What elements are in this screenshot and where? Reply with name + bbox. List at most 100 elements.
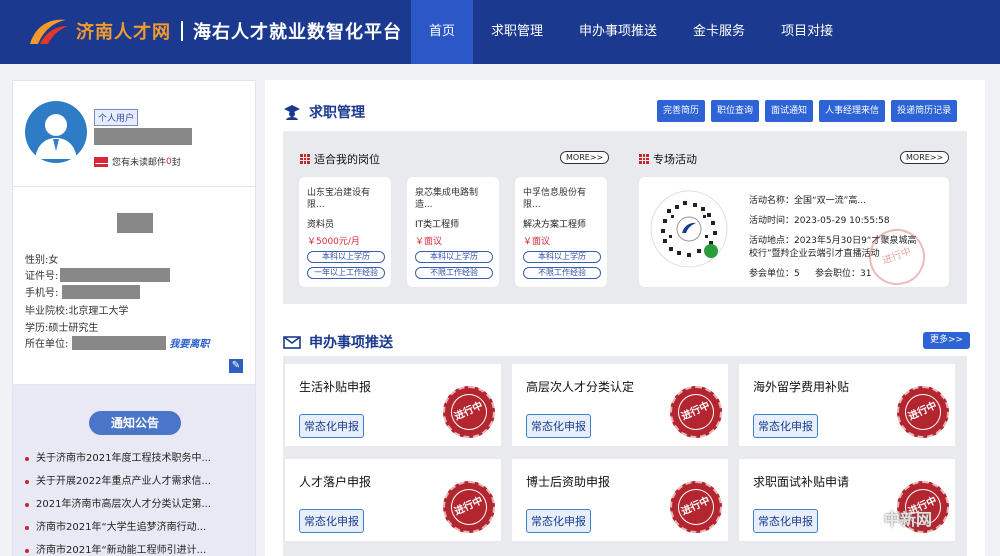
suitable-jobs-title: 适合我的岗位 <box>314 153 380 166</box>
job-card[interactable]: 泉芯集成电路制造... IT类工程师 ￥面议 本科以上学历 不限工作经验 <box>407 177 499 287</box>
site-logo[interactable]: 济南人才网 海右人才就业数智化平台 <box>26 14 402 48</box>
apply-card[interactable]: 海外留学费用补贴 常态化申报 进行中 <box>739 364 955 446</box>
main-content: 求职管理 完善简历 职位查询 面试通知 人事经理来信 投递简历记录 适合我的岗位… <box>265 80 985 556</box>
nav-gold-card[interactable]: 金卡服务 <box>675 0 763 64</box>
user-sidebar: 个人用户 您有未读邮件 0 封 性别: 女 证件号: 手机号: 毕业院校: 北京… <box>12 80 256 556</box>
notice-item[interactable]: 济南市2021年“大学生追梦济南行动... <box>25 516 211 539</box>
regular-apply-button[interactable]: 常态化申报 <box>753 509 818 533</box>
mail-prefix: 您有未读邮件 <box>112 158 167 168</box>
notice-item[interactable]: 济南市2021年“新动能工程师引进计... <box>25 539 211 556</box>
job-card[interactable]: 山东宝冶建设有限... 资料员 ￥5000元/月 本科以上学历 一年以上工作经验 <box>299 177 391 287</box>
nav-home[interactable]: 首页 <box>411 0 474 64</box>
nav-application-push[interactable]: 申办事项推送 <box>561 0 675 64</box>
logo-divider <box>181 21 183 41</box>
notice-item[interactable]: 2021年济南市高层次人才分类认定第... <box>25 493 211 516</box>
events-header: 专场活动 <box>639 151 697 167</box>
apply-card-title: 博士后资助申报 <box>526 475 611 489</box>
redacted-username <box>94 128 192 145</box>
degree-value: 硕士研究生 <box>48 323 99 334</box>
application-records-button[interactable]: 投递简历记录 <box>891 100 958 122</box>
in-progress-stamp: 进行中 <box>897 386 949 438</box>
leave-job-link[interactable]: 我要离职 <box>169 335 209 350</box>
edit-icon[interactable]: ✎ <box>229 359 243 373</box>
unread-mail-notice[interactable]: 您有未读邮件 0 封 <box>94 155 181 168</box>
stamp-label: 进行中 <box>899 388 947 436</box>
job-management-title: 求职管理 <box>309 105 365 121</box>
grid-icon <box>300 154 310 164</box>
in-progress-stamp: 进行中 <box>670 386 722 438</box>
stamp-label: 进行中 <box>672 388 720 436</box>
notice-item[interactable]: 关于济南市2021年度工程技术职务中... <box>25 447 211 470</box>
apply-card-title: 人才落户申报 <box>299 475 372 489</box>
in-progress-stamp: 进行中 <box>670 481 722 533</box>
degree-label: 学历: <box>25 323 49 334</box>
events-more-button[interactable]: MORE>> <box>900 151 950 164</box>
mail-suffix: 封 <box>171 158 181 168</box>
apply-card[interactable]: 高层次人才分类认定 常态化申报 进行中 <box>512 364 728 446</box>
job-salary: ￥5000元/月 <box>307 237 360 247</box>
event-positions: 参会职位：31 <box>815 269 872 279</box>
redacted-employer <box>72 335 167 350</box>
gender-row: 性别: 女 <box>25 251 58 266</box>
notice-title: 通知公告 <box>89 411 181 435</box>
event-units: 参会单位：5 <box>749 269 800 279</box>
notice-item[interactable]: 关于开展2022年重点产业人才需求信... <box>25 470 211 493</box>
apply-card[interactable]: 生活补贴申报 常态化申报 进行中 <box>285 364 501 446</box>
in-progress-stamp: 进行中 <box>443 386 495 438</box>
hr-letters-button[interactable]: 人事经理来信 <box>819 100 886 122</box>
job-company: 山东宝冶建设有限... <box>307 188 371 210</box>
notice-panel: 通知公告 关于济南市2021年度工程技术职务中... 关于开展2022年重点产业… <box>13 385 255 556</box>
platform-title: 海右人才就业数智化平台 <box>193 22 402 43</box>
qr-code-icon <box>650 190 728 268</box>
apply-card[interactable]: 人才落户申报 常态化申报 进行中 <box>285 459 501 541</box>
job-tag: 本科以上学历 <box>523 251 601 263</box>
top-header: 济南人才网 海右人才就业数智化平台 首页 求职管理 申办事项推送 金卡服务 项目… <box>0 0 1000 64</box>
job-search-button[interactable]: 职位查询 <box>711 100 760 122</box>
id-row: 证件号: <box>25 267 171 282</box>
regular-apply-button[interactable]: 常态化申报 <box>299 414 364 438</box>
job-salary: ￥面议 <box>523 237 551 247</box>
job-tag: 本科以上学历 <box>415 251 493 263</box>
job-card[interactable]: 中孚信息股份有限... 解决方案工程师 ￥面议 本科以上学历 不限工作经验 <box>515 177 607 287</box>
school-label: 毕业院校: <box>25 306 69 317</box>
job-title: 资料员 <box>307 220 335 230</box>
employer-row: 所在单位: 我要离职 <box>25 335 209 350</box>
logo-title: 济南人才网 <box>76 22 171 43</box>
id-label: 证件号: <box>25 271 59 282</box>
event-place-line2: 校行”暨羚企业云端引才直播活动 <box>749 249 880 259</box>
stamp-label: 进行中 <box>445 388 493 436</box>
graduate-icon <box>284 105 300 120</box>
regular-apply-button[interactable]: 常态化申报 <box>753 414 818 438</box>
events-title: 专场活动 <box>653 153 697 166</box>
regular-apply-button[interactable]: 常态化申报 <box>526 414 591 438</box>
apply-card[interactable]: 博士后资助申报 常态化申报 进行中 <box>512 459 728 541</box>
profile-card: 个人用户 您有未读邮件 0 封 <box>13 81 255 187</box>
event-status-stamp: 进行中 <box>861 221 933 293</box>
jobs-more-button[interactable]: MORE>> <box>560 151 610 164</box>
suitable-jobs-header: 适合我的岗位 <box>300 151 380 167</box>
avatar[interactable] <box>25 101 87 163</box>
event-card[interactable]: 活动名称：全国“双一流”高... 活动时间：2023-05-29 10:55:5… <box>639 177 949 293</box>
personal-info: 性别: 女 证件号: 手机号: 毕业院校: 北京理工大学 学历: 硕士研究生 所… <box>13 187 255 385</box>
in-progress-stamp: 进行中 <box>443 481 495 533</box>
envelope-icon <box>283 336 301 349</box>
apply-area: 生活补贴申报 常态化申报 进行中 高层次人才分类认定 常态化申报 进行中 海外留… <box>283 356 967 556</box>
job-management-header: 求职管理 <box>283 102 365 122</box>
regular-apply-button[interactable]: 常态化申报 <box>299 509 364 533</box>
job-title: 解决方案工程师 <box>523 220 587 230</box>
stamp-label: 进行中 <box>672 483 720 531</box>
nav-job-management[interactable]: 求职管理 <box>473 0 561 64</box>
interview-notice-button[interactable]: 面试通知 <box>765 100 814 122</box>
redacted-phone <box>62 284 141 299</box>
phone-label: 手机号: <box>25 288 59 299</box>
apply-more-button[interactable]: 更多>> <box>923 332 971 349</box>
apply-title: 申办事项推送 <box>309 335 393 351</box>
logo-swoosh-icon <box>30 19 68 44</box>
nav-project-matching[interactable]: 项目对接 <box>763 0 851 64</box>
apply-card-title: 求职面试补贴申请 <box>753 475 850 489</box>
job-title: IT类工程师 <box>415 220 460 230</box>
regular-apply-button[interactable]: 常态化申报 <box>526 509 591 533</box>
phone-row: 手机号: <box>25 284 141 299</box>
apply-card-title: 高层次人才分类认定 <box>526 380 635 394</box>
complete-resume-button[interactable]: 完善简历 <box>657 100 706 122</box>
